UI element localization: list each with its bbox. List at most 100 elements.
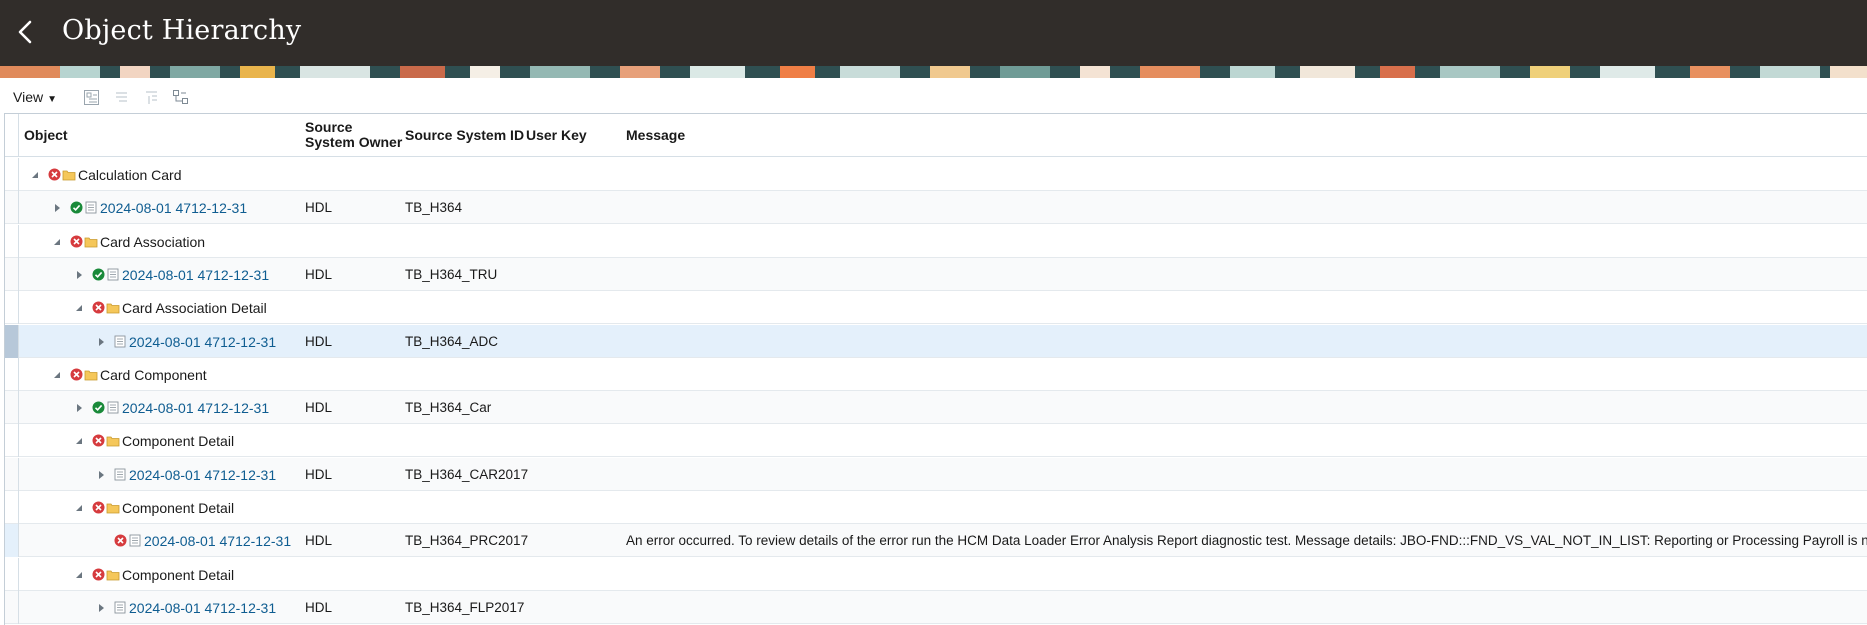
message-cell (626, 158, 1867, 191)
col-header-source-system-id[interactable]: Source System ID (405, 128, 524, 143)
object-record-link[interactable]: 2024-08-01 4712-12-31 (129, 467, 276, 483)
expand-all-icon[interactable] (83, 89, 100, 106)
table-row[interactable]: Calculation Card (5, 158, 1867, 191)
object-cell: Component Detail (73, 491, 234, 524)
table-row[interactable]: 2024-08-01 4712-12-31 HDL TB_H364 (5, 191, 1867, 224)
message-cell (626, 391, 1867, 424)
collapse-all-icon[interactable] (143, 89, 160, 106)
expand-triangle-icon[interactable] (95, 336, 107, 348)
error-status-icon (69, 235, 83, 249)
message-cell (626, 225, 1867, 258)
table-row[interactable]: Card Component (5, 358, 1867, 391)
app-header: Object Hierarchy (0, 0, 1867, 66)
row-selector[interactable] (5, 191, 19, 224)
row-selector[interactable] (5, 258, 19, 291)
expand-triangle-icon[interactable] (95, 602, 107, 614)
object-record-link[interactable]: 2024-08-01 4712-12-31 (129, 600, 276, 616)
view-menu-label: View (13, 89, 44, 105)
row-selector[interactable] (5, 424, 19, 457)
object-folder-label: Component Detail (122, 499, 235, 516)
table-row[interactable]: Component Detail (5, 424, 1867, 457)
expand-triangle-icon[interactable] (51, 202, 63, 214)
table-row[interactable]: 2024-08-01 4712-12-31 HDL TB_H364_Car (5, 391, 1867, 424)
row-selector[interactable] (5, 524, 19, 557)
expand-triangle-icon[interactable] (73, 402, 85, 414)
folder-icon (106, 501, 120, 515)
collapse-triangle-icon[interactable] (51, 236, 63, 248)
object-record-link[interactable]: 2024-08-01 4712-12-31 (129, 334, 276, 350)
object-cell: Component Detail (73, 424, 234, 457)
object-folder-label: Card Association (100, 233, 206, 250)
collapse-triangle-icon[interactable] (73, 435, 85, 447)
row-selector[interactable] (5, 558, 19, 591)
object-record-link[interactable]: 2024-08-01 4712-12-31 (122, 267, 269, 283)
table-row[interactable]: 2024-08-01 4712-12-31 HDL TB_H364_CAR2017 (5, 458, 1867, 491)
col-header-message[interactable]: Message (626, 128, 685, 143)
table-row[interactable]: Component Detail (5, 491, 1867, 524)
collapse-triangle-icon[interactable] (29, 169, 41, 181)
object-cell: 2024-08-01 4712-12-31 (95, 591, 276, 624)
message-cell (626, 358, 1867, 391)
message-cell (626, 325, 1867, 358)
record-icon (106, 268, 120, 282)
row-selector[interactable] (5, 358, 19, 391)
source-system-owner-cell: HDL (305, 467, 333, 482)
error-status-icon (91, 301, 105, 315)
collapse-triangle-icon[interactable] (73, 569, 85, 581)
message-cell (626, 591, 1867, 624)
collapse-icon[interactable] (113, 89, 130, 106)
col-header-object[interactable]: Object (24, 128, 68, 143)
col-header-source-system-owner[interactable]: Source System Owner (305, 120, 402, 150)
table-row[interactable]: Component Detail (5, 558, 1867, 591)
object-folder-label: Card Component (100, 366, 207, 383)
expand-triangle-icon[interactable] (73, 269, 85, 281)
folder-icon (62, 168, 76, 182)
expand-triangle-icon[interactable] (95, 469, 107, 481)
table-row[interactable]: 2024-08-01 4712-12-31 HDL TB_H364_ADC (5, 325, 1867, 358)
row-selector[interactable] (5, 591, 19, 624)
hierarchy-icon[interactable] (172, 89, 189, 106)
record-icon (113, 335, 127, 349)
collapse-triangle-icon[interactable] (73, 302, 85, 314)
object-cell: 2024-08-01 4712-12-31 (95, 325, 276, 358)
message-cell (626, 291, 1867, 324)
error-status-icon (91, 501, 105, 515)
table-row[interactable]: 2024-08-01 4712-12-31 HDL TB_H364_PRC2017 A… (5, 524, 1867, 557)
row-selector[interactable] (5, 158, 19, 191)
object-record-link[interactable]: 2024-08-01 4712-12-31 (144, 533, 291, 549)
message-cell (626, 424, 1867, 457)
source-system-id-cell: TB_H364 (405, 200, 463, 215)
table-row[interactable]: Card Association (5, 225, 1867, 258)
object-record-link[interactable]: 2024-08-01 4712-12-31 (122, 400, 269, 416)
collapse-triangle-icon[interactable] (51, 369, 63, 381)
object-record-link[interactable]: 2024-08-01 4712-12-31 (100, 200, 247, 216)
table-toolbar: View ▼ (0, 86, 1867, 112)
record-icon (113, 468, 127, 482)
row-selector[interactable] (5, 291, 19, 324)
page-title: Object Hierarchy (62, 15, 302, 46)
object-cell: 2024-08-01 4712-12-31 (73, 391, 269, 424)
object-folder-label: Component Detail (122, 432, 235, 449)
table-row[interactable]: Card Association Detail (5, 291, 1867, 324)
collapse-triangle-icon[interactable] (73, 502, 85, 514)
col-header-user-key[interactable]: User Key (526, 128, 587, 143)
table-row[interactable]: 2024-08-01 4712-12-31 HDL TB_H364_FLP2017 (5, 591, 1867, 624)
source-system-owner-cell: HDL (305, 600, 333, 615)
view-menu-button[interactable]: View ▼ (13, 89, 57, 105)
row-selector-header (5, 114, 19, 157)
error-status-icon (91, 568, 105, 582)
row-selector[interactable] (5, 458, 19, 491)
col-header-owner-line1: Source (305, 119, 353, 135)
table-header: Object Source System Owner Source System… (5, 114, 1867, 157)
source-system-id-cell: TB_H364_PRC2017 (405, 533, 529, 548)
back-icon[interactable] (8, 14, 44, 50)
folder-icon (106, 434, 120, 448)
row-selector[interactable] (5, 391, 19, 424)
table-row[interactable]: 2024-08-01 4712-12-31 HDL TB_H364_TRU (5, 258, 1867, 291)
row-selector[interactable] (5, 225, 19, 258)
row-selector[interactable] (5, 325, 19, 358)
error-status-icon (47, 168, 61, 182)
row-selector[interactable] (5, 491, 19, 524)
col-header-owner-line2: System Owner (305, 134, 403, 150)
